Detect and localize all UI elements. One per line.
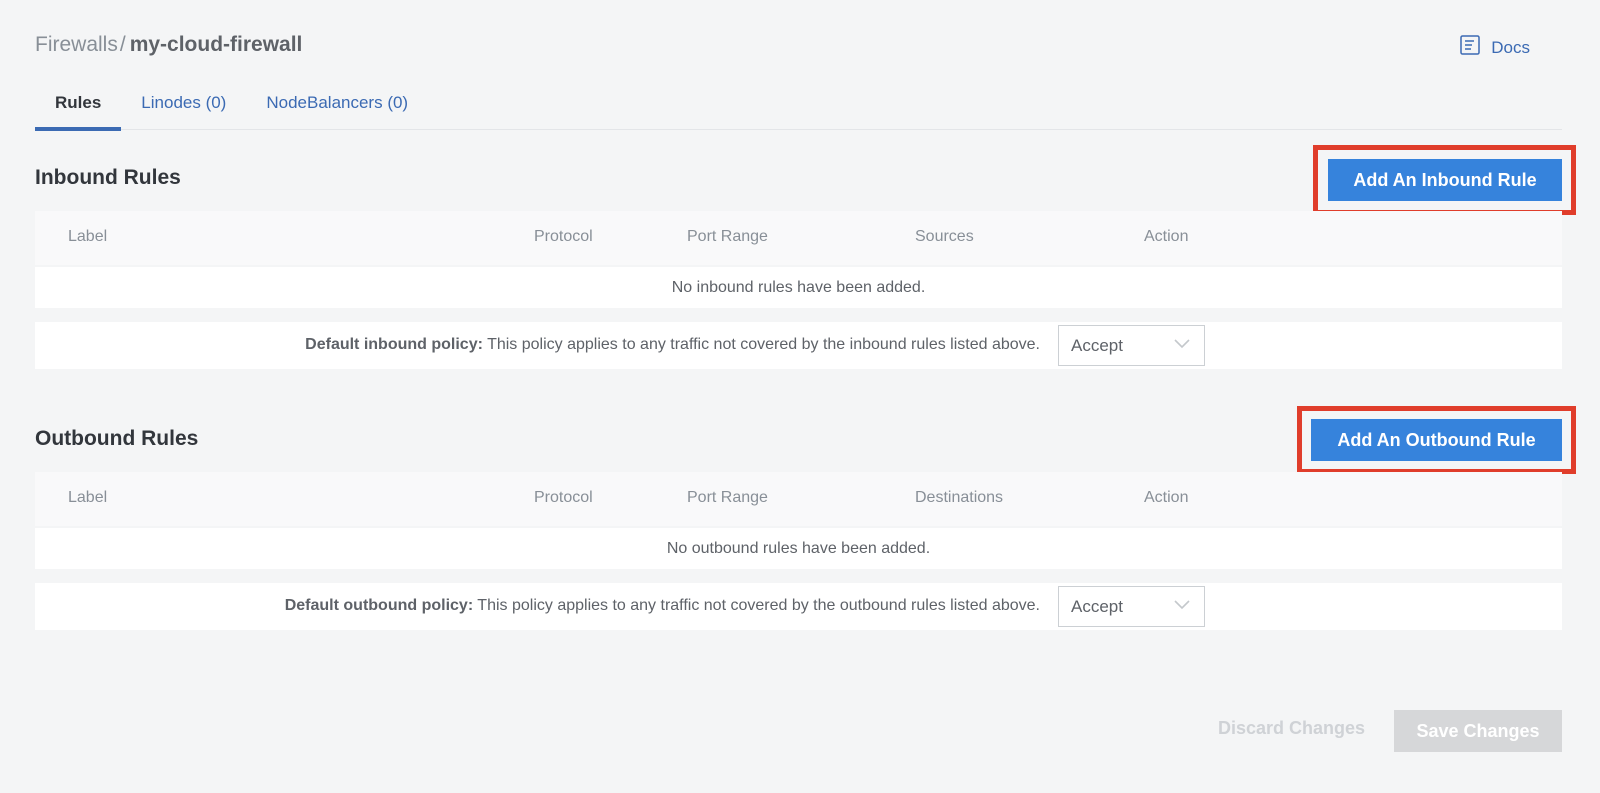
tab-rules[interactable]: Rules [35,88,122,131]
inbound-policy-value: Accept [1071,336,1123,355]
inbound-policy-select[interactable]: Accept [1058,325,1205,366]
breadcrumb-separator: / [119,33,126,56]
outbound-rules-heading: Outbound Rules [35,427,199,450]
tab-nodebalancers[interactable]: NodeBalancers (0) [246,88,428,129]
outbound-policy-text: This policy applies to any traffic not c… [477,597,1040,614]
add-outbound-rule-button[interactable]: Add An Outbound Rule [1311,419,1562,461]
docs-link[interactable]: Docs [1459,34,1530,61]
save-changes-button[interactable]: Save Changes [1394,710,1562,752]
discard-changes-button[interactable]: Discard Changes [1218,718,1365,739]
outbound-policy-label: Default outbound policy: [284,597,474,614]
column-protocol[interactable]: Protocol [534,489,593,507]
outbound-table-header: Label Protocol Port Range Destinations A… [35,472,1562,526]
inbound-policy-description: Default inbound policy: This policy appl… [305,336,1040,354]
outbound-policy-select[interactable]: Accept [1058,586,1205,627]
docs-label: Docs [1491,37,1530,57]
column-port-range[interactable]: Port Range [687,228,768,246]
inbound-table-header: Label Protocol Port Range Sources Action [35,211,1562,265]
add-inbound-rule-button[interactable]: Add An Inbound Rule [1328,159,1562,201]
breadcrumb: Firewalls/my-cloud-firewall [35,30,302,60]
outbound-policy-value: Accept [1071,597,1123,616]
column-action: Action [1144,228,1189,245]
outbound-policy-description: Default outbound policy: This policy app… [285,597,1040,615]
chevron-down-icon [1174,600,1190,610]
outbound-empty-message: No outbound rules have been added. [35,528,1562,569]
inbound-policy-label: Default inbound policy: [305,336,483,353]
chevron-down-icon [1174,339,1190,349]
page-title: my-cloud-firewall [129,33,303,56]
tab-linodes[interactable]: Linodes (0) [121,88,246,129]
inbound-empty-message: No inbound rules have been added. [35,267,1562,308]
column-port-range[interactable]: Port Range [687,489,768,507]
inbound-rules-heading: Inbound Rules [35,166,181,189]
column-destinations[interactable]: Destinations [915,489,1003,507]
column-label[interactable]: Label [68,228,107,246]
column-action: Action [1144,489,1189,506]
column-sources[interactable]: Sources [915,228,974,246]
tab-bar: Rules Linodes (0) NodeBalancers (0) [35,88,1562,131]
document-icon [1459,34,1481,61]
column-label[interactable]: Label [68,489,107,507]
inbound-policy-text: This policy applies to any traffic not c… [487,336,1040,353]
column-protocol[interactable]: Protocol [534,228,593,246]
inbound-policy-row: Default inbound policy: This policy appl… [35,322,1562,369]
outbound-policy-row: Default outbound policy: This policy app… [35,583,1562,630]
breadcrumb-firewalls-link[interactable]: Firewalls [35,33,118,56]
